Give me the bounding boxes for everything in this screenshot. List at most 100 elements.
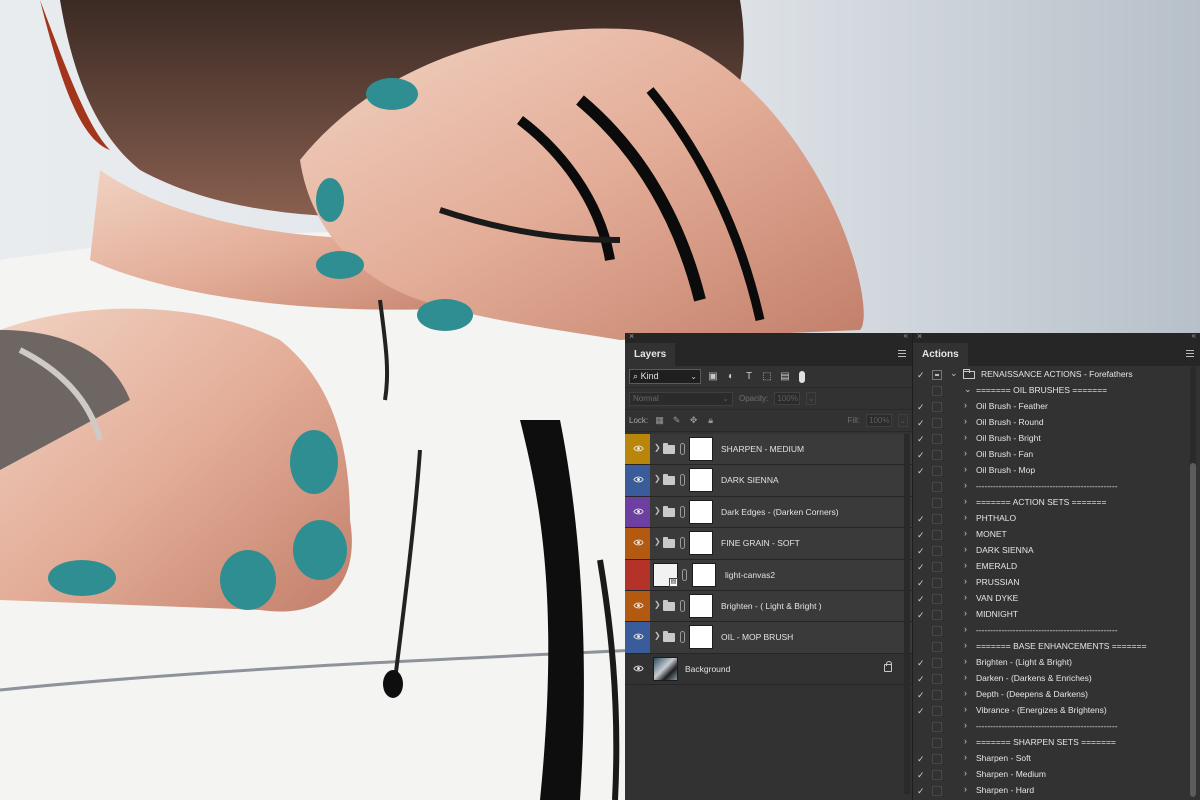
action-row[interactable]: › ======= SHARPEN SETS ======= [913,735,1200,751]
chevron-right-icon[interactable]: › [964,432,967,442]
chevron-down-icon[interactable]: ⌄ [950,368,958,379]
layers-scrollbar[interactable] [904,434,910,794]
chevron-right-icon[interactable]: › [964,608,967,618]
layer-mask-thumbnail[interactable] [689,437,713,461]
toggle-dialog-box[interactable] [932,642,942,652]
chevron-right-icon[interactable]: › [964,528,967,538]
toggle-dialog-box[interactable] [932,594,942,604]
chevron-right-icon[interactable]: › [964,688,967,698]
chevron-right-icon[interactable]: › [964,720,967,730]
chevron-right-icon[interactable]: › [964,768,967,778]
layer-mask-thumbnail[interactable] [692,562,716,587]
toggle-dialog-box[interactable] [932,402,942,412]
action-row[interactable]: ✓ › Sharpen - Medium [913,767,1200,783]
toggle-dialog-box[interactable] [932,450,942,460]
toggle-dialog-box[interactable] [932,466,942,476]
layer-mask-thumbnail[interactable] [689,499,713,524]
layer-mask-thumbnail[interactable] [689,593,713,618]
toggle-dialog-box[interactable] [932,770,942,780]
action-row[interactable]: › ---------------------------------------… [913,623,1200,639]
eye-icon[interactable] [633,475,644,484]
filter-toggle[interactable] [799,370,805,383]
toggle-dialog-box[interactable] [932,674,942,684]
collapse-panel-icon[interactable]: « [1192,331,1196,340]
layer-thumbnail[interactable]: ▤ [653,562,678,587]
eye-icon[interactable] [633,507,644,516]
action-row[interactable]: ✓ › MIDNIGHT [913,607,1200,623]
toggle-dialog-box[interactable] [932,370,942,380]
chevron-right-icon[interactable]: › [964,784,967,794]
eye-icon[interactable] [633,538,644,547]
blend-mode-select[interactable]: Normal ⌄ [629,391,733,406]
chevron-right-icon[interactable]: › [964,640,967,650]
layer-row[interactable]: ❯ DARK SIENNA [625,465,912,497]
action-row[interactable]: ✓ › VAN DYKE [913,591,1200,607]
lock-transparency-icon[interactable]: ▦ [654,415,665,426]
checkmark-icon[interactable]: ✓ [917,561,927,573]
checkmark-icon[interactable]: ✓ [917,577,927,589]
chevron-right-icon[interactable]: › [964,736,967,746]
layer-row[interactable]: ❯ FINE GRAIN - SOFT [625,528,912,560]
chevron-right-icon[interactable]: › [964,416,967,426]
eye-icon[interactable] [633,444,644,453]
chevron-right-icon[interactable]: › [964,752,967,762]
action-row[interactable]: ⌄ ======= OIL BRUSHES ======= [913,383,1200,399]
chevron-right-icon[interactable]: › [964,400,967,410]
close-panel-icon[interactable]: × [917,331,922,341]
toggle-dialog-box[interactable] [932,546,942,556]
layer-row[interactable]: ❯ Brighten - ( Light & Bright ) [625,590,912,623]
lock-all-icon[interactable]: 🔒︎ [705,415,716,426]
checkmark-icon[interactable]: ✓ [917,673,927,685]
toggle-dialog-box[interactable] [932,514,942,524]
chevron-right-icon[interactable]: ❯ [654,631,661,640]
eye-icon[interactable] [633,664,644,673]
layer-row[interactable]: ❯ SHARPEN - MEDIUM [625,434,912,466]
toggle-dialog-box[interactable] [932,738,942,748]
toggle-dialog-box[interactable] [932,562,942,572]
toggle-dialog-box[interactable] [932,482,942,492]
toggle-dialog-box[interactable] [932,418,942,428]
lock-position-icon[interactable]: ✥ [688,415,699,426]
chevron-right-icon[interactable]: ❯ [654,506,661,515]
action-row[interactable]: ✓ › Oil Brush - Bright [913,431,1200,447]
toggle-dialog-box[interactable] [932,578,942,588]
tab-layers[interactable]: Layers [625,343,676,366]
action-row[interactable]: ✓ › Brighten - (Light & Bright) [913,655,1200,671]
action-row[interactable]: ✓ › MONET [913,527,1200,543]
chevron-right-icon[interactable]: › [964,496,967,506]
action-set-row[interactable]: ✓ ⌄ RENAISSANCE ACTIONS - Forefathers [913,367,1200,383]
chevron-right-icon[interactable]: › [964,480,967,490]
toggle-dialog-box[interactable] [932,658,942,668]
action-row[interactable]: ✓ › PHTHALO [913,511,1200,527]
layer-mask-thumbnail[interactable] [689,531,713,556]
panel-menu-icon[interactable] [1186,350,1194,358]
layer-row[interactable]: ❯ Dark Edges - (Darken Corners) [625,496,912,529]
actions-scrollbar[interactable] [1190,367,1196,797]
checkmark-icon[interactable]: ✓ [917,513,927,525]
toggle-dialog-box[interactable] [932,530,942,540]
chevron-right-icon[interactable]: ❯ [654,443,661,452]
chevron-right-icon[interactable]: › [964,592,967,602]
checkmark-icon[interactable]: ✓ [917,705,927,717]
checkmark-icon[interactable]: ✓ [917,417,927,429]
toggle-dialog-box[interactable] [932,722,942,732]
action-row[interactable]: › ---------------------------------------… [913,719,1200,735]
action-row[interactable]: ✓ › Vibrance - (Energizes & Brightens) [913,703,1200,719]
fill-chevron-icon[interactable]: ⌄ [898,414,908,427]
checkmark-icon[interactable]: ✓ [917,785,927,797]
toggle-dialog-box[interactable] [932,434,942,444]
collapse-panel-icon[interactable]: « [904,331,908,340]
scrollbar-thumb[interactable] [1190,463,1196,797]
toggle-dialog-box[interactable] [932,786,942,796]
pixel-filter-icon[interactable]: ▣ [707,371,719,383]
toggle-dialog-box[interactable] [932,498,942,508]
toggle-dialog-box[interactable] [932,386,942,396]
type-filter-icon[interactable]: T [743,371,755,383]
chevron-right-icon[interactable]: › [964,464,967,474]
chevron-right-icon[interactable]: ❯ [654,600,661,609]
action-row[interactable]: › ---------------------------------------… [913,479,1200,495]
action-row[interactable]: ✓ › Oil Brush - Feather [913,399,1200,415]
lock-image-icon[interactable]: ✎ [671,415,682,426]
action-row[interactable]: ✓ › Oil Brush - Mop [913,463,1200,479]
toggle-dialog-box[interactable] [932,610,942,620]
